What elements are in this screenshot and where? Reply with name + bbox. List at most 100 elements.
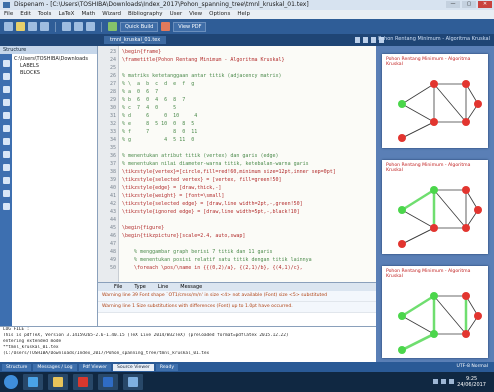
tree-item-root[interactable]: C:\Users\TOSHIBA\Downloads	[14, 56, 88, 63]
asymptote-icon[interactable]	[2, 203, 10, 210]
taskbar-clock[interactable]: 9:25 24/06/2017	[457, 376, 486, 388]
code-editor[interactable]: 23 \begin{frame} 24 \frametitle{Pohon Renta…	[98, 46, 376, 282]
toolbar-separator	[101, 21, 102, 32]
preview-page-2: Pohon Rentang Minimum - Algoritma Kruska…	[382, 160, 488, 254]
tab-messages-log[interactable]: Messages / Log	[33, 363, 77, 371]
volume-icon[interactable]	[441, 379, 446, 384]
pstricks-icon[interactable]	[2, 164, 10, 171]
menu-help[interactable]: Help	[237, 10, 250, 19]
sidebar-icon-strip	[0, 54, 12, 362]
maximize-button[interactable]: ▢	[462, 1, 476, 8]
structure-sidebar: Structure C:\Users\TOSHIBA\Downloads LAB…	[0, 46, 98, 362]
code-line: 42 \tikzstyle{selected edge} = [draw,line…	[98, 200, 376, 208]
view-pdf-select[interactable]: View PDF	[173, 21, 207, 32]
graph-node	[474, 100, 482, 108]
print-icon[interactable]	[40, 22, 49, 31]
graph-node	[430, 330, 438, 338]
code-text: % d 6 0 10 4	[122, 113, 198, 119]
menu-user[interactable]: User	[170, 10, 183, 19]
code-text: \tikzstyle{weight} = [font=\small]	[122, 193, 225, 199]
graph-edge	[401, 227, 435, 245]
texmaker-icon	[128, 377, 138, 387]
menu-latex[interactable]: LaTeX	[58, 10, 74, 19]
graph-node	[398, 206, 406, 214]
taskbar-app-explorer[interactable]	[48, 374, 68, 390]
structure-tree: C:\Users\TOSHIBA\Downloads LABELS BLOCKS	[14, 56, 88, 77]
toolbar-separator	[55, 21, 56, 32]
operator-icon[interactable]	[2, 112, 10, 119]
metapost-icon[interactable]	[2, 177, 10, 184]
open-file-icon[interactable]	[16, 22, 25, 31]
greek-icon[interactable]	[2, 99, 10, 106]
line-number: 42	[109, 201, 116, 207]
arrow-icon[interactable]	[2, 86, 10, 93]
delimiter-icon[interactable]	[2, 125, 10, 132]
code-line: 34 % g 4 5 11 0	[98, 136, 376, 144]
flag-icon[interactable]	[449, 379, 454, 384]
menu-wizard[interactable]: Wizard	[102, 10, 121, 19]
taskbar-app-word[interactable]	[98, 374, 118, 390]
menu-options[interactable]: Options	[209, 10, 230, 19]
taskbar-app-texmaker[interactable]	[123, 374, 143, 390]
word-icon	[103, 377, 113, 387]
graph-figure	[398, 80, 482, 142]
network-icon[interactable]	[433, 379, 438, 384]
misc-symbol-icon[interactable]	[2, 138, 10, 145]
line-number: 32	[109, 121, 116, 127]
taskbar-app-ie[interactable]	[23, 374, 43, 390]
quick-build-select[interactable]: Quick Build	[120, 21, 159, 32]
graph-node	[462, 186, 470, 194]
menu-math[interactable]: Math	[81, 10, 95, 19]
code-line: 41 \tikzstyle{weight} = [font=\small]	[98, 192, 376, 200]
code-text: % b 6 0 4 6 8 7	[122, 97, 186, 103]
menu-bibliography[interactable]: Bibliography	[128, 10, 163, 19]
new-file-icon[interactable]	[4, 22, 13, 31]
message-row[interactable]: Warning line 1 Size substitutions with d…	[98, 302, 376, 313]
menu-file[interactable]: File	[4, 10, 13, 19]
code-text: % \ a b c d e f g	[122, 81, 195, 87]
column-type[interactable]: Type	[134, 283, 145, 291]
run-icon[interactable]	[108, 22, 117, 31]
tikz-icon[interactable]	[2, 190, 10, 197]
accent-icon[interactable]	[2, 151, 10, 158]
column-line[interactable]: Line	[158, 283, 168, 291]
start-button[interactable]	[4, 375, 18, 389]
taskbar-app-pdf[interactable]	[73, 374, 93, 390]
page-title: Pohon Rentang Minimum - Algoritma Kruska…	[386, 269, 471, 279]
find-icon[interactable]	[86, 22, 95, 31]
menu-tools[interactable]: Tools	[38, 10, 52, 19]
undo-icon[interactable]	[62, 22, 71, 31]
minimize-button[interactable]: —	[446, 1, 460, 8]
menu-view[interactable]: View	[189, 10, 202, 19]
close-button[interactable]: ✕	[478, 1, 492, 8]
next-page-icon[interactable]	[371, 37, 376, 43]
prev-page-icon[interactable]	[363, 37, 368, 43]
tab-tmnl-kruskal[interactable]: tmnl_kruskal_01.tex	[104, 36, 167, 44]
line-number: 30	[109, 105, 116, 111]
line-number: 28	[109, 89, 116, 95]
code-line: 48 % menggambar graph berisi 7 titik dan…	[98, 248, 376, 256]
graph-node	[398, 240, 406, 248]
tab-structure[interactable]: Structure	[2, 363, 32, 371]
first-page-icon[interactable]	[355, 37, 360, 43]
relation-icon[interactable]	[2, 73, 10, 80]
redo-icon[interactable]	[74, 22, 83, 31]
view-pdf-icon[interactable]	[161, 22, 171, 31]
code-text: % menentukan nilai diameter-warna titik,…	[122, 161, 309, 167]
line-number: 38	[109, 169, 116, 175]
tree-item-labels[interactable]: LABELS	[14, 63, 88, 70]
graph-node	[398, 312, 406, 320]
graph-node	[462, 330, 470, 338]
column-message[interactable]: Message	[180, 283, 202, 291]
tab-pdf-viewer[interactable]: Pdf Viewer	[78, 363, 111, 371]
browser-icon	[28, 377, 38, 387]
tree-item-blocks[interactable]: BLOCKS	[14, 70, 88, 77]
structure-tab-icon[interactable]	[2, 60, 10, 67]
pdf-preview[interactable]: Pohon Rentang Minimum - Algoritma Kruska…	[376, 46, 494, 362]
tab-source-viewer[interactable]: Source Viewer	[112, 363, 154, 371]
menu-edit[interactable]: Edit	[20, 10, 31, 19]
message-row[interactable]: Warning line 39 Font shape `OT1/cmss/m/n…	[98, 291, 376, 302]
column-file[interactable]: File	[114, 283, 122, 291]
graph-node	[462, 292, 470, 300]
save-icon[interactable]	[28, 22, 37, 31]
